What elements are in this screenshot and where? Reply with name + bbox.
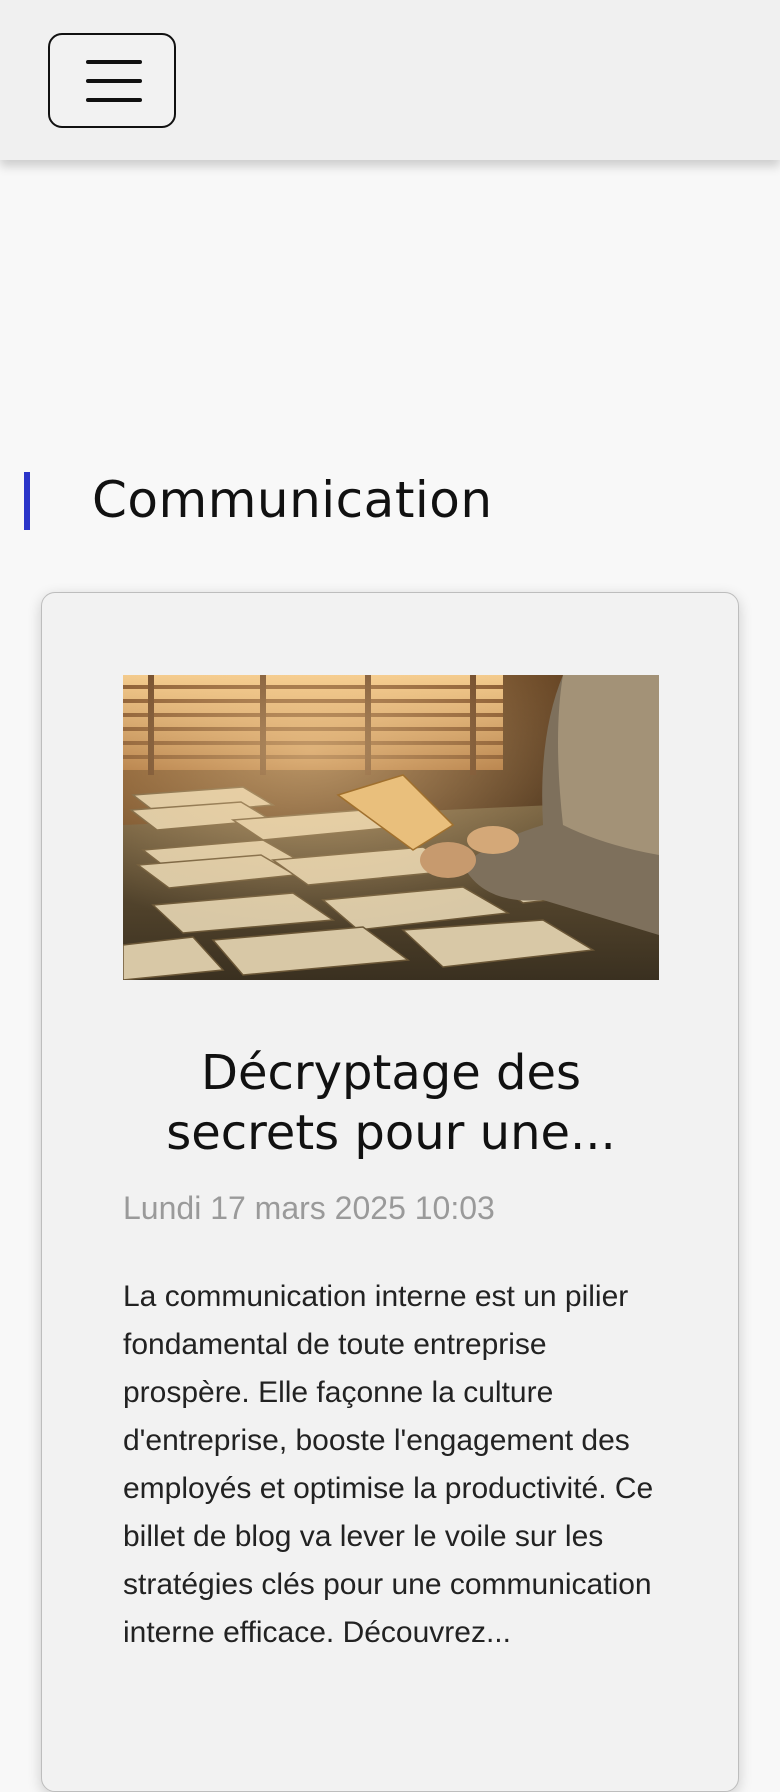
- menu-toggle-button[interactable]: [48, 33, 176, 128]
- section-title: Communication: [92, 471, 493, 529]
- top-navigation-bar: [0, 0, 780, 160]
- hamburger-menu-icon: [86, 60, 142, 102]
- article-date: Lundi 17 mars 2025 10:03: [123, 1190, 495, 1226]
- section-heading: Communication: [0, 470, 780, 530]
- article-title[interactable]: Décryptage des secrets pour une...: [123, 1043, 659, 1163]
- article-image[interactable]: [123, 675, 659, 980]
- article-card[interactable]: Décryptage des secrets pour une... Lundi…: [41, 592, 739, 1792]
- section-accent-bar: [24, 472, 30, 530]
- article-excerpt: La communication interne est un pilier f…: [123, 1280, 654, 1649]
